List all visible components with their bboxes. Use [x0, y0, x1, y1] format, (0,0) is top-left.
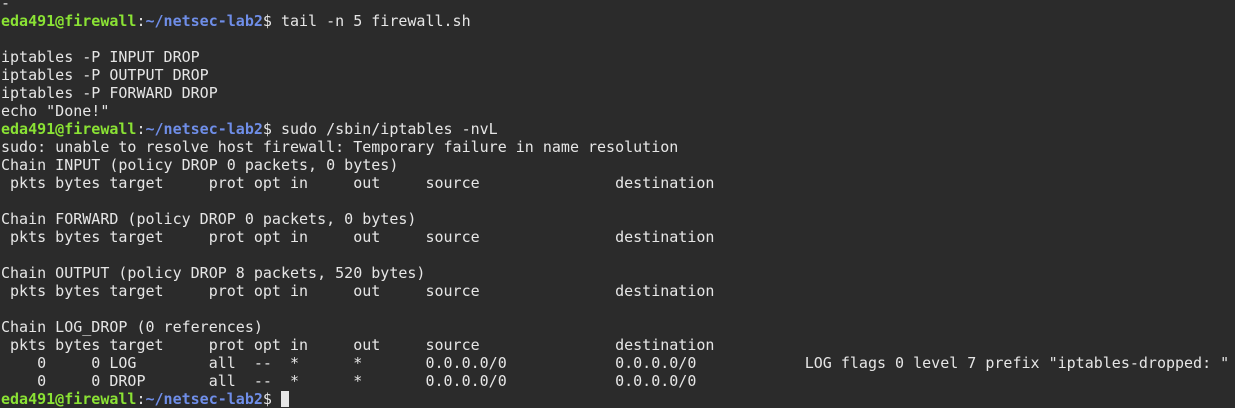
command-text: tail -n 5 firewall.sh: [280, 12, 471, 30]
terminal-output[interactable]: - eda491@firewall:~/netsec-lab2$ tail -n …: [1, 0, 1235, 408]
output-line: -: [1, 0, 11, 12]
prompt-user-host: eda491@firewall: [1, 12, 137, 30]
output-line: pkts bytes target prot opt in out source…: [1, 228, 715, 246]
output-line: iptables -P FORWARD DROP: [1, 84, 218, 102]
output-line: sudo: unable to resolve host firewall: T…: [1, 138, 679, 156]
output-line: 0 0 DROP all -- * * 0.0.0.0/0 0.0.0.0/0: [1, 372, 697, 390]
output-line: pkts bytes target prot opt in out source…: [1, 282, 715, 300]
prompt-dollar: $: [262, 390, 281, 408]
output-line: 0 0 LOG all -- * * 0.0.0.0/0 0.0.0.0/0 L…: [1, 354, 1230, 372]
output-line: iptables -P OUTPUT DROP: [1, 66, 209, 84]
prompt-dollar: $: [262, 120, 281, 138]
text-cursor: [280, 391, 289, 407]
prompt-line: eda491@firewall:~/netsec-lab2$ tail -n 5…: [1, 12, 1235, 30]
output-line: pkts bytes target prot opt in out source…: [1, 174, 715, 192]
prompt-user-host: eda491@firewall: [1, 390, 137, 408]
prompt-dollar: $: [262, 12, 281, 30]
prompt-path: ~/netsec-lab2: [145, 390, 263, 408]
prompt-line: eda491@firewall:~/netsec-lab2$: [1, 390, 1235, 408]
prompt-colon: :: [136, 12, 146, 30]
output-line: pkts bytes target prot opt in out source…: [1, 336, 715, 354]
output-line: echo "Done!": [1, 102, 110, 120]
output-line: Chain OUTPUT (policy DROP 8 packets, 520…: [1, 264, 426, 282]
output-line: Chain LOG_DROP (0 references): [1, 318, 263, 336]
prompt-path: ~/netsec-lab2: [145, 120, 263, 138]
output-line: iptables -P INPUT DROP: [1, 48, 200, 66]
prompt-user-host: eda491@firewall: [1, 120, 137, 138]
output-line: Chain FORWARD (policy DROP 0 packets, 0 …: [1, 210, 417, 228]
prompt-colon: :: [136, 390, 146, 408]
output-line: Chain INPUT (policy DROP 0 packets, 0 by…: [1, 156, 399, 174]
command-text: sudo /sbin/iptables -nvL: [280, 120, 498, 138]
prompt-path: ~/netsec-lab2: [145, 12, 263, 30]
prompt-line: eda491@firewall:~/netsec-lab2$ sudo /sbi…: [1, 120, 1235, 138]
prompt-colon: :: [136, 120, 146, 138]
